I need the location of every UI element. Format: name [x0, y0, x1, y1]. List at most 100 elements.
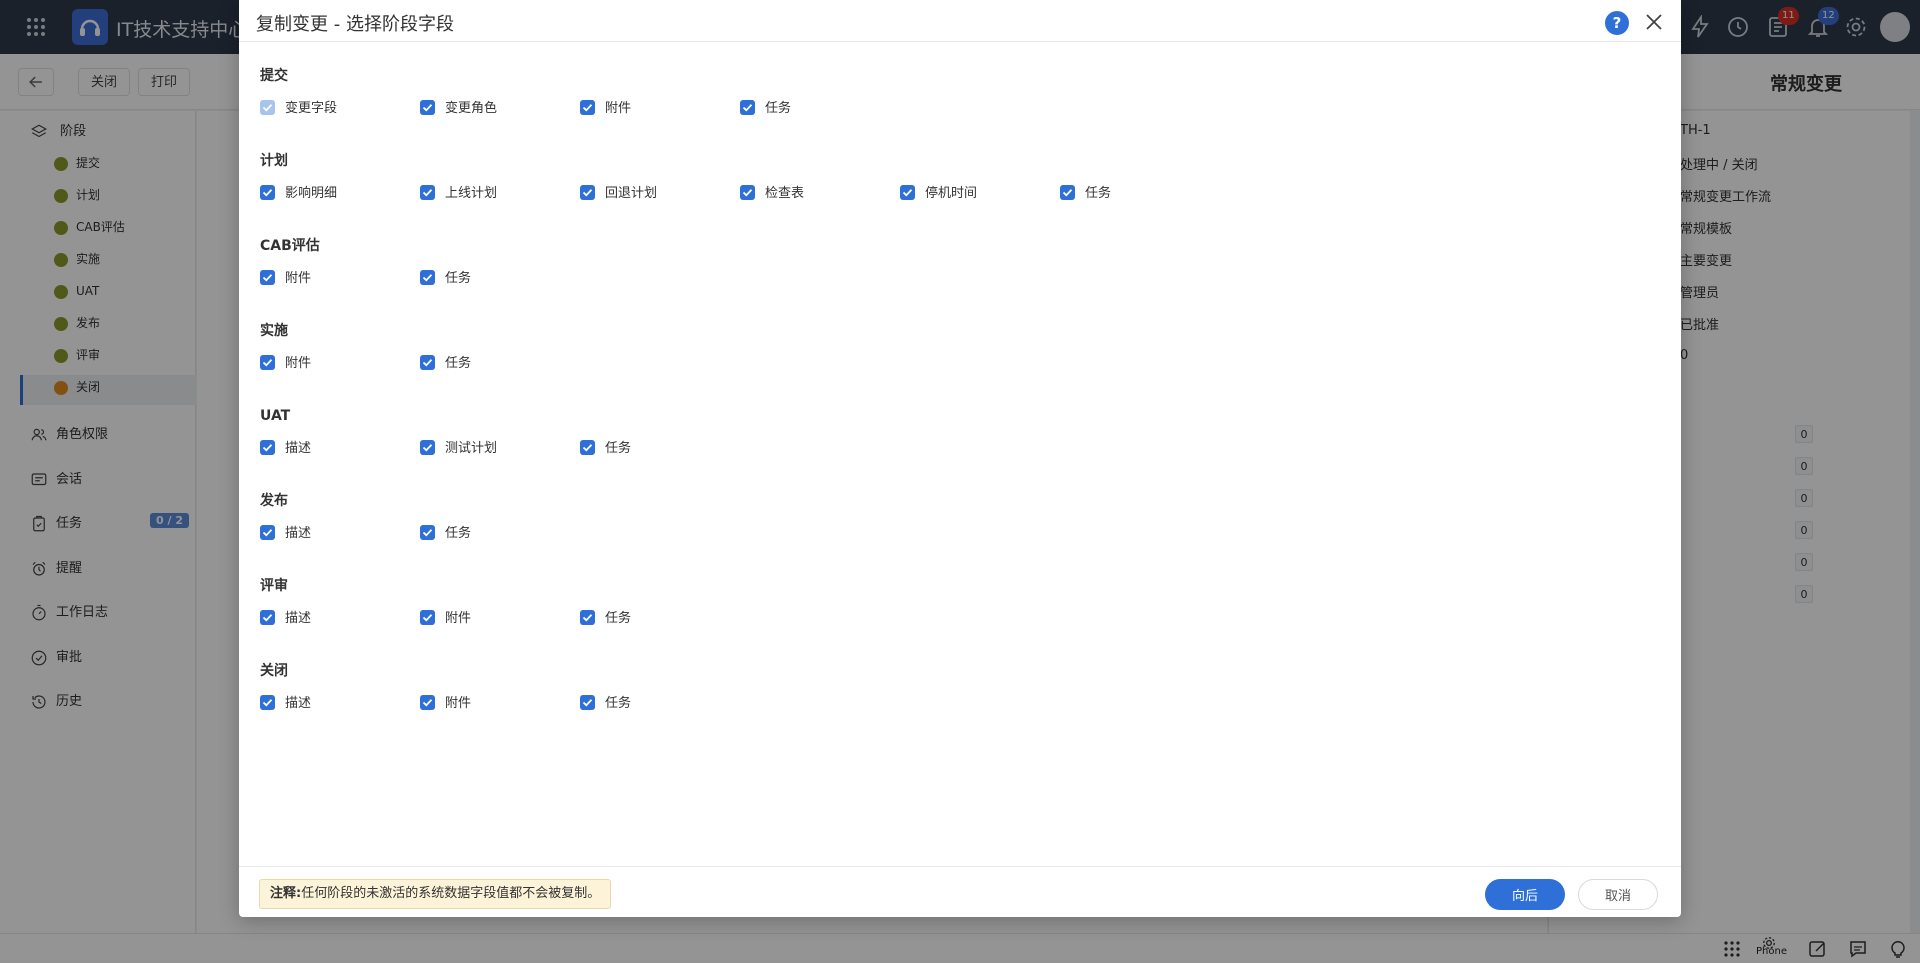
field-label: 检查表	[765, 186, 805, 201]
field-checkbox-option[interactable]: 上线计划	[420, 183, 497, 205]
field-checkbox-option[interactable]: 描述	[260, 523, 311, 545]
field-label: 影响明细	[285, 186, 338, 201]
field-checkbox-option[interactable]: 变更角色	[420, 98, 497, 120]
field-checkbox-option[interactable]: 任务	[420, 353, 471, 375]
checkbox-checked-icon[interactable]	[420, 100, 435, 115]
stage-field-group: 计划影响明细 上线计划 回退计划 检查表 停机时间 任务	[260, 151, 1660, 205]
checkbox-checked-icon[interactable]	[420, 355, 435, 370]
field-label: 附件	[285, 356, 312, 371]
field-checkbox-option[interactable]: 任务	[1060, 183, 1111, 205]
group-title: 计划	[260, 153, 288, 169]
field-checkbox-option: 变更字段	[260, 98, 337, 120]
checkbox-checked-icon	[260, 100, 275, 115]
field-checkbox-option[interactable]: 停机时间	[900, 183, 977, 205]
field-checkbox-option[interactable]: 附件	[260, 353, 311, 375]
field-label: 测试计划	[445, 441, 498, 456]
field-label: 任务	[605, 611, 632, 626]
field-checkbox-option[interactable]: 任务	[580, 608, 631, 630]
field-label: 任务	[445, 356, 472, 371]
checkbox-checked-icon[interactable]	[580, 695, 595, 710]
field-label: 变更字段	[285, 101, 338, 116]
field-label: 描述	[285, 696, 312, 711]
dialog-header: 复制变更 - 选择阶段字段 ?	[239, 0, 1681, 42]
field-checkbox-option[interactable]: 附件	[580, 98, 631, 120]
field-checkbox-option[interactable]: 描述	[260, 438, 311, 460]
checkbox-checked-icon[interactable]	[580, 100, 595, 115]
checkbox-checked-icon[interactable]	[580, 185, 595, 200]
note-prefix: 注释:	[270, 886, 302, 901]
stage-field-group: 评审描述 附件 任务	[260, 576, 1660, 630]
checkbox-checked-icon[interactable]	[900, 185, 915, 200]
checkbox-checked-icon[interactable]	[420, 185, 435, 200]
field-checkbox-option[interactable]: 附件	[420, 693, 471, 715]
field-label: 描述	[285, 441, 312, 456]
checkbox-checked-icon[interactable]	[420, 525, 435, 540]
checkbox-checked-icon[interactable]	[260, 440, 275, 455]
field-checkbox-option[interactable]: 任务	[580, 693, 631, 715]
checkbox-checked-icon[interactable]	[260, 695, 275, 710]
field-label: 停机时间	[925, 186, 978, 201]
group-title: 实施	[260, 323, 288, 339]
note-text: 任何阶段的未激活的系统数据字段值都不会被复制。	[301, 886, 601, 901]
field-label: 任务	[445, 526, 472, 541]
checkbox-checked-icon[interactable]	[420, 440, 435, 455]
field-checkbox-option[interactable]: 附件	[420, 608, 471, 630]
group-title: 评审	[260, 578, 288, 594]
checkbox-checked-icon[interactable]	[260, 610, 275, 625]
checkbox-checked-icon[interactable]	[580, 610, 595, 625]
group-title: 提交	[260, 68, 288, 84]
field-label: 描述	[285, 526, 312, 541]
stage-field-group: 实施附件 任务	[260, 321, 1660, 375]
note-banner: 注释:任何阶段的未激活的系统数据字段值都不会被复制。	[259, 879, 612, 909]
field-checkbox-option[interactable]: 任务	[420, 523, 471, 545]
stage-field-group: UAT 描述 测试计划 任务	[260, 406, 1660, 460]
stage-field-group: 发布描述 任务	[260, 491, 1660, 545]
field-label: 描述	[285, 611, 312, 626]
checkbox-checked-icon[interactable]	[420, 610, 435, 625]
field-checkbox-option[interactable]: 描述	[260, 693, 311, 715]
next-button[interactable]: 向后	[1485, 879, 1565, 910]
field-label: 任务	[605, 696, 632, 711]
cancel-button[interactable]: 取消	[1578, 879, 1658, 910]
group-title: UAT	[260, 408, 291, 424]
field-checkbox-option[interactable]: 任务	[740, 98, 791, 120]
field-label: 回退计划	[605, 186, 658, 201]
field-label: 任务	[765, 101, 792, 116]
field-checkbox-option[interactable]: 任务	[580, 438, 631, 460]
field-label: 附件	[445, 611, 472, 626]
field-checkbox-option[interactable]: 回退计划	[580, 183, 657, 205]
checkbox-checked-icon[interactable]	[740, 100, 755, 115]
dialog-title: 复制变更 - 选择阶段字段	[256, 14, 454, 35]
field-label: 上线计划	[445, 186, 498, 201]
field-label: 任务	[605, 441, 632, 456]
checkbox-checked-icon[interactable]	[260, 355, 275, 370]
group-title: 关闭	[260, 663, 288, 679]
checkbox-checked-icon[interactable]	[580, 440, 595, 455]
stage-field-group: 关闭描述 附件 任务	[260, 661, 1660, 715]
help-icon[interactable]: ?	[1605, 11, 1629, 35]
dialog-footer: 注释:任何阶段的未激活的系统数据字段值都不会被复制。 向后 取消	[239, 866, 1681, 917]
field-label: 附件	[285, 271, 312, 286]
stage-field-group: 提交变更字段 变更角色 附件 任务	[260, 66, 1660, 120]
checkbox-checked-icon[interactable]	[420, 270, 435, 285]
field-label: 任务	[445, 271, 472, 286]
field-checkbox-option[interactable]: 测试计划	[420, 438, 497, 460]
checkbox-checked-icon[interactable]	[260, 525, 275, 540]
copy-change-dialog: 复制变更 - 选择阶段字段 ? 提交 变更字段 变更角色 附件 任务 计划 影响明细 上线计划…	[239, 0, 1681, 917]
checkbox-checked-icon[interactable]	[1060, 185, 1075, 200]
field-checkbox-option[interactable]: 影响明细	[260, 183, 337, 205]
checkbox-checked-icon[interactable]	[260, 270, 275, 285]
field-label: 附件	[445, 696, 472, 711]
field-checkbox-option[interactable]: 附件	[260, 268, 311, 290]
checkbox-checked-icon[interactable]	[260, 185, 275, 200]
field-label: 附件	[605, 101, 632, 116]
stage-field-group: CAB评估附件 任务	[260, 236, 1660, 290]
field-checkbox-option[interactable]: 描述	[260, 608, 311, 630]
group-title: CAB评估	[260, 238, 320, 254]
field-checkbox-option[interactable]: 任务	[420, 268, 471, 290]
checkbox-checked-icon[interactable]	[740, 185, 755, 200]
field-checkbox-option[interactable]: 检查表	[740, 183, 804, 205]
close-icon[interactable]	[1643, 11, 1665, 33]
checkbox-checked-icon[interactable]	[420, 695, 435, 710]
group-title: 发布	[260, 493, 288, 509]
